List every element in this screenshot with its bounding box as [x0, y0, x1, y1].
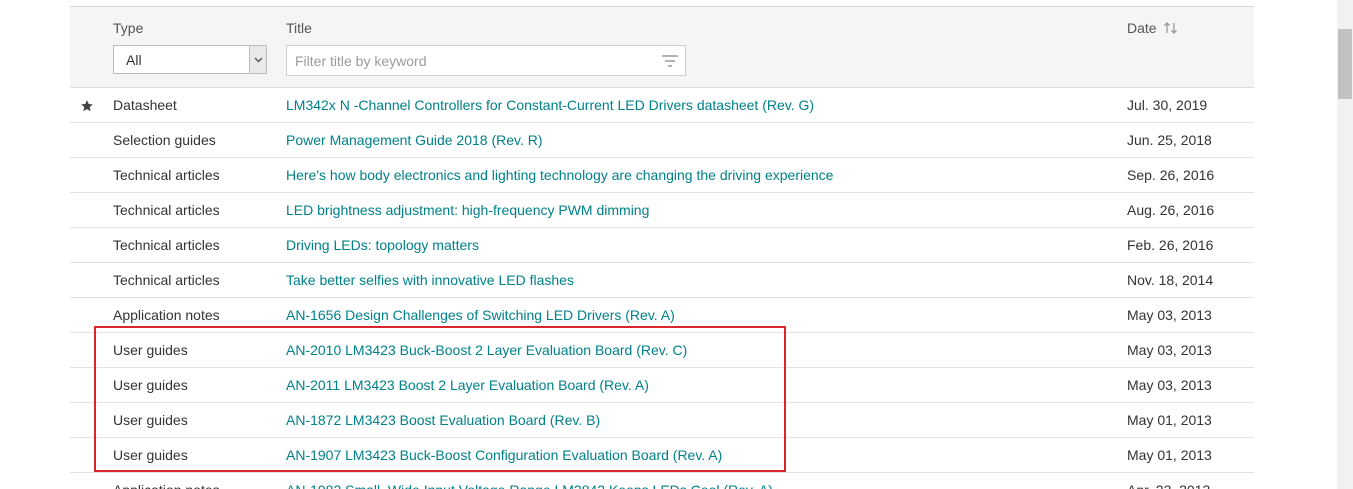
table-row: Technical articles Take better selfies wi… — [70, 263, 1254, 298]
table-row: Datasheet LM342x N -Channel Controllers f… — [70, 88, 1254, 123]
page: Type Title Date All Filter title by keyw… — [0, 0, 1353, 489]
document-type: Selection guides — [113, 132, 216, 148]
document-date: Jun. 25, 2018 — [1127, 132, 1212, 148]
document-type: User guides — [113, 447, 188, 463]
type-filter-value: All — [126, 51, 142, 68]
star-icon — [80, 88, 94, 122]
document-date: May 01, 2013 — [1127, 447, 1212, 463]
type-column-header: Type — [113, 20, 144, 36]
date-column-header[interactable]: Date — [1127, 20, 1179, 36]
document-date: Feb. 26, 2016 — [1127, 237, 1214, 253]
document-title-link[interactable]: AN-1982 Small, Wide Input Voltage Range … — [286, 473, 773, 489]
select-dropdown-button[interactable] — [249, 46, 266, 73]
table-row: User guides AN-1872 LM3423 Boost Evaluati… — [70, 403, 1254, 438]
table-row: Selection guides Power Management Guide 2… — [70, 123, 1254, 158]
document-title-link[interactable]: LED brightness adjustment: high-frequenc… — [286, 193, 649, 227]
table-row: User guides AN-2010 LM3423 Buck-Boost 2 L… — [70, 333, 1254, 368]
title-column-header: Title — [286, 20, 312, 36]
document-type: Technical articles — [113, 272, 220, 288]
document-type: Application notes — [113, 307, 220, 323]
document-date: Apr. 23, 2013 — [1127, 473, 1210, 489]
document-title-link[interactable]: AN-1872 LM3423 Boost Evaluation Board (R… — [286, 403, 600, 437]
document-title-link[interactable]: AN-2011 LM3423 Boost 2 Layer Evaluation … — [286, 368, 649, 402]
document-title-link[interactable]: AN-2010 LM3423 Buck-Boost 2 Layer Evalua… — [286, 333, 687, 367]
type-filter-select[interactable]: All — [113, 45, 267, 74]
table-row: User guides AN-2011 LM3423 Boost 2 Layer … — [70, 368, 1254, 403]
document-date: Aug. 26, 2016 — [1127, 202, 1215, 218]
title-filter-box — [286, 45, 686, 76]
document-type: User guides — [113, 377, 188, 393]
filter-icon — [662, 55, 678, 67]
document-date: May 03, 2013 — [1127, 307, 1212, 323]
document-date: Jul. 30, 2019 — [1127, 97, 1208, 113]
table-row: Technical articles LED brightness adjustm… — [70, 193, 1254, 228]
document-date: Nov. 18, 2014 — [1127, 272, 1214, 288]
documents-table: Type Title Date All Filter title by keyw… — [70, 6, 1254, 489]
title-filter-input[interactable] — [287, 46, 655, 75]
table-body: Datasheet LM342x N -Channel Controllers f… — [70, 88, 1254, 489]
table-row: Application notes AN-1656 Design Challeng… — [70, 298, 1254, 333]
document-date: May 01, 2013 — [1127, 412, 1212, 428]
date-column-label: Date — [1127, 20, 1157, 36]
document-type: User guides — [113, 342, 188, 358]
scrollbar[interactable] — [1337, 0, 1353, 489]
document-title-link[interactable]: Here's how body electronics and lighting… — [286, 158, 833, 192]
table-row: Technical articles Driving LEDs: topology… — [70, 228, 1254, 263]
document-date: May 03, 2013 — [1127, 342, 1212, 358]
document-date: Sep. 26, 2016 — [1127, 167, 1215, 183]
document-type: Technical articles — [113, 167, 220, 183]
document-type: Datasheet — [113, 97, 177, 113]
document-title-link[interactable]: LM342x N -Channel Controllers for Consta… — [286, 88, 814, 122]
document-title-link[interactable]: Driving LEDs: topology matters — [286, 228, 479, 262]
chevron-down-icon — [254, 57, 262, 62]
sort-icon[interactable] — [1163, 21, 1179, 35]
document-title-link[interactable]: Power Management Guide 2018 (Rev. R) — [286, 123, 543, 157]
table-header: Type Title Date All — [70, 7, 1254, 88]
document-type: User guides — [113, 412, 188, 428]
document-date: May 03, 2013 — [1127, 377, 1212, 393]
document-title-link[interactable]: AN-1656 Design Challenges of Switching L… — [286, 298, 675, 332]
document-title-link[interactable]: Take better selfies with innovative LED … — [286, 263, 574, 297]
document-type: Technical articles — [113, 237, 220, 253]
document-title-link[interactable]: AN-1907 LM3423 Buck-Boost Configuration … — [286, 438, 722, 472]
table-row: Technical articles Here's how body electr… — [70, 158, 1254, 193]
table-row: Application notes AN-1982 Small, Wide Inp… — [70, 473, 1254, 489]
document-type: Application notes — [113, 473, 220, 489]
scrollbar-thumb[interactable] — [1338, 29, 1352, 99]
table-row: User guides AN-1907 LM3423 Buck-Boost Con… — [70, 438, 1254, 473]
document-type: Technical articles — [113, 202, 220, 218]
